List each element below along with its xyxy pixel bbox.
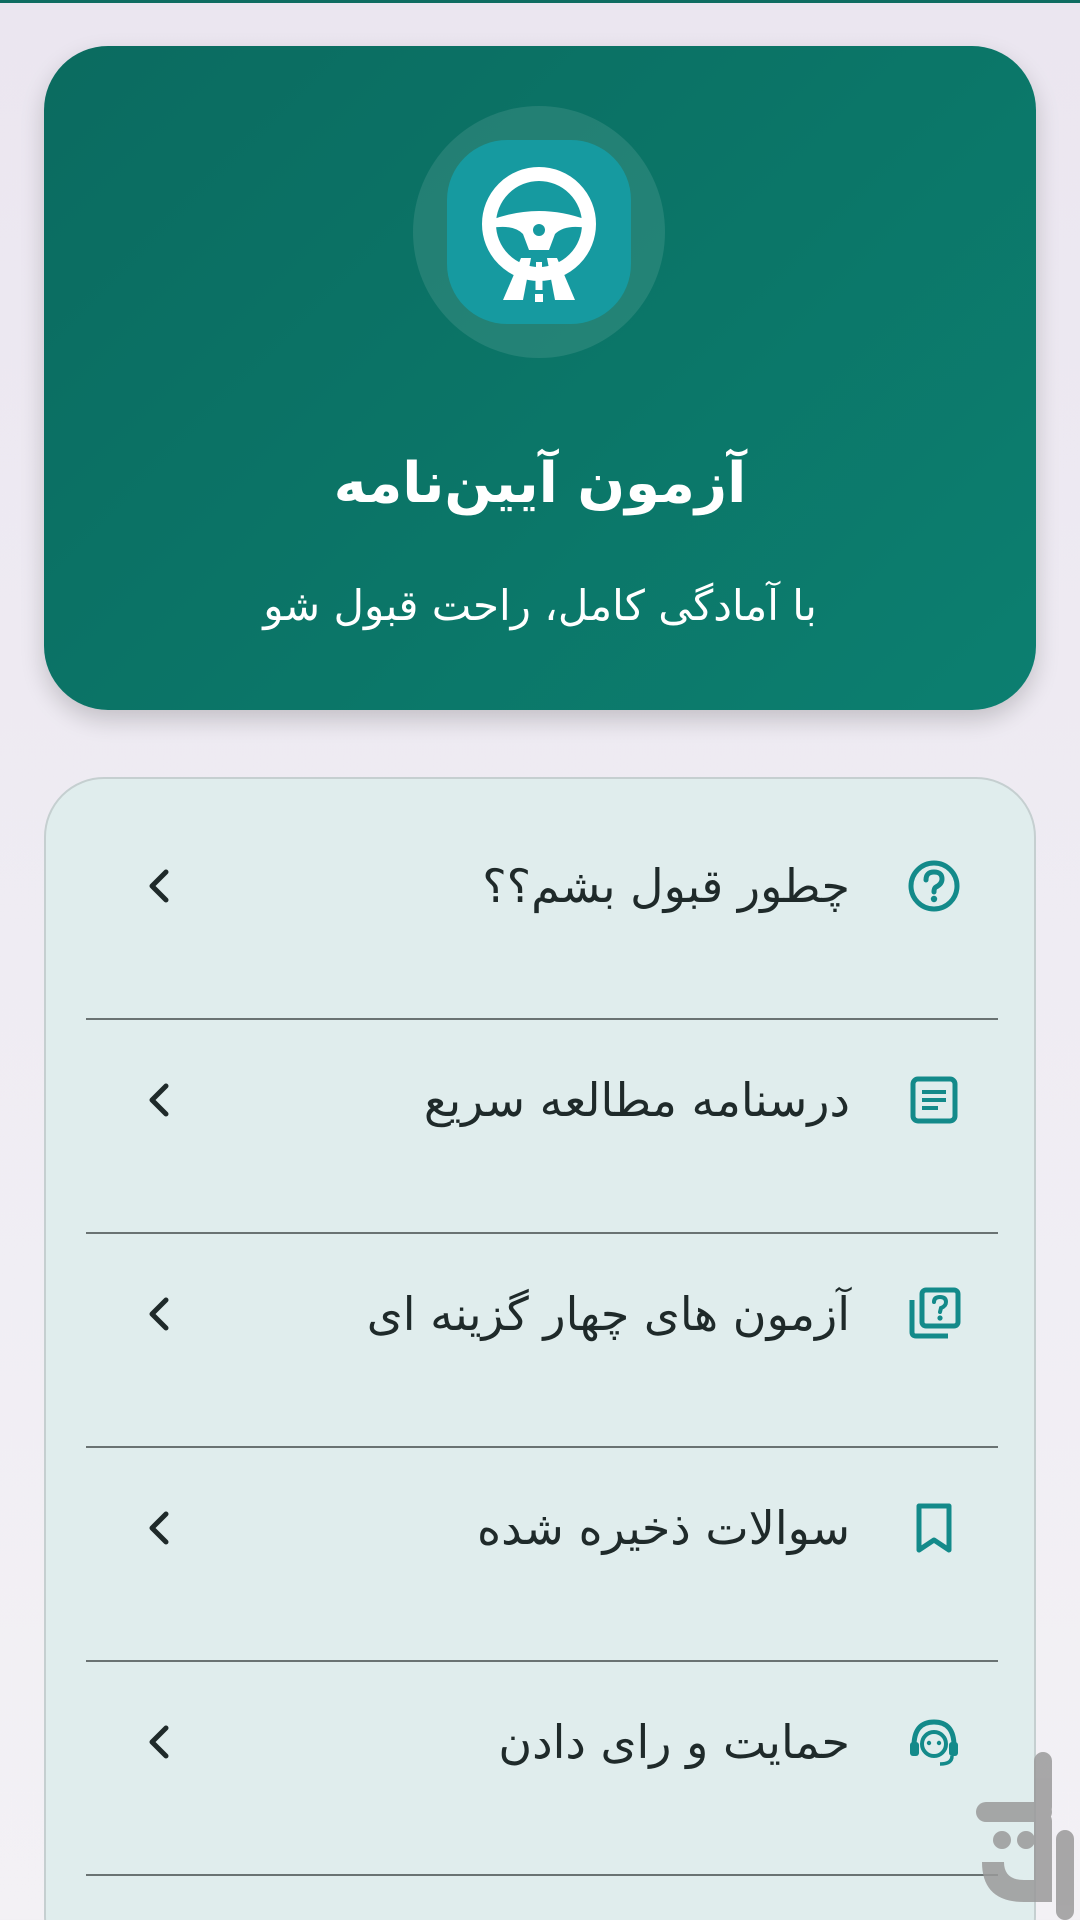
quiz-icon [909, 1287, 961, 1339]
menu-divider [86, 1874, 998, 1876]
menu-item-support-and-rate[interactable]: حمایت و رای دادن [46, 1635, 1034, 1849]
app-subtitle: با آمادگی کامل، راحت قبول شو [263, 581, 817, 630]
chevron-left-icon [149, 1083, 169, 1117]
menu-item-label: چطور قبول بشم؟؟ [482, 859, 850, 913]
menu-item-how-to-pass[interactable]: چطور قبول بشم؟؟ [46, 779, 1034, 993]
bookmark-icon [916, 1503, 952, 1553]
app-title: آزمون آیین‌نامه [333, 451, 747, 516]
chevron-left-icon [149, 1725, 169, 1759]
chevron-left-icon [149, 1511, 169, 1545]
help-circle-icon [908, 860, 960, 912]
chevron-left-icon [149, 1297, 169, 1331]
menu-item-saved-questions[interactable]: سوالات ذخیره شده [46, 1421, 1034, 1635]
menu-item-label: آزمون های چهار گزینه ای [366, 1287, 850, 1341]
menu-item-quick-study[interactable]: درسنامه مطالعه سریع [46, 993, 1034, 1207]
app-logo-halo [413, 106, 665, 358]
menu-item-label: سوالات ذخیره شده [477, 1501, 850, 1555]
steering-wheel-road-icon [482, 167, 596, 302]
store-watermark-icon [976, 1752, 1074, 1920]
menu-item-label: حمایت و رای دادن [498, 1715, 850, 1769]
menu-item-label: درسنامه مطالعه سریع [423, 1073, 850, 1127]
article-icon [910, 1076, 958, 1124]
support-agent-icon [910, 1719, 958, 1766]
status-accent-line [0, 0, 1080, 3]
menu-item-multiple-choice-tests[interactable]: آزمون های چهار گزینه ای [46, 1207, 1034, 1421]
chevron-left-icon [149, 869, 169, 903]
header-card: آزمون آیین‌نامه با آمادگی کامل، راحت قبو… [44, 46, 1036, 710]
app-logo [447, 140, 631, 324]
main-menu: چطور قبول بشم؟؟ درسنامه مطالعه سریع آزمو… [44, 777, 1036, 1920]
